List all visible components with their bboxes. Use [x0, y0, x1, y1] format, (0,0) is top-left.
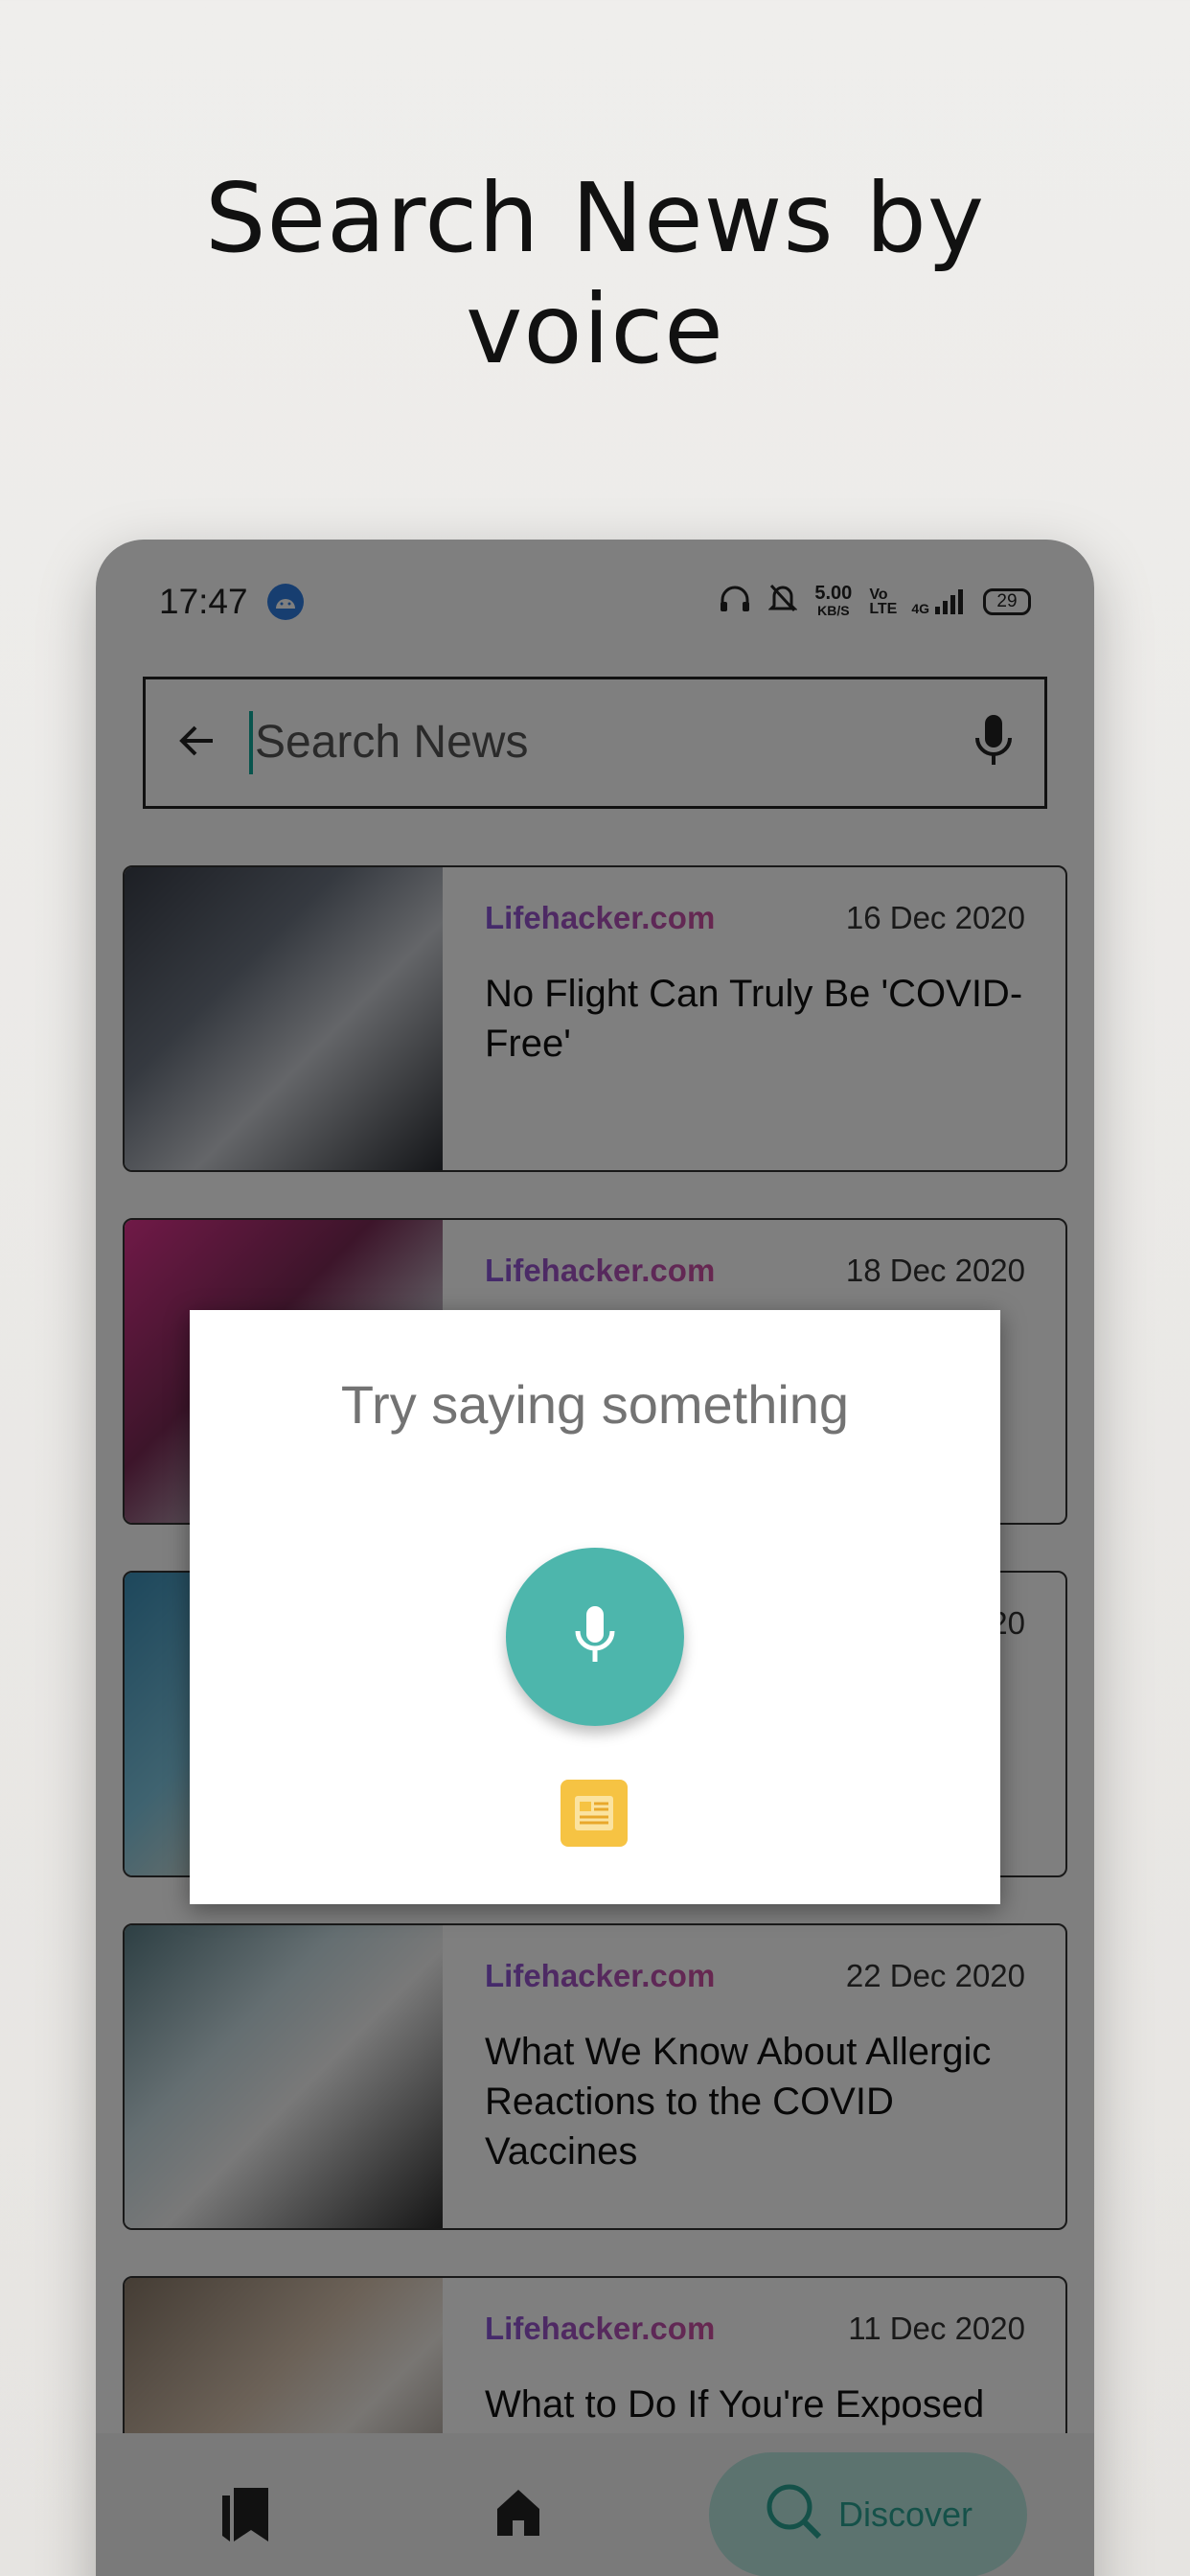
news-app-logo	[561, 1780, 628, 1847]
voice-mic-button[interactable]	[506, 1548, 684, 1726]
headline-line-2: voice	[466, 273, 724, 385]
headline-line-1: Search News by	[205, 162, 985, 274]
voice-search-dialog: Try saying something	[190, 1310, 1000, 1904]
microphone-icon	[573, 1604, 617, 1670]
voice-prompt: Try saying something	[340, 1374, 850, 1435]
promo-headline: Search News by voice	[0, 163, 1190, 385]
